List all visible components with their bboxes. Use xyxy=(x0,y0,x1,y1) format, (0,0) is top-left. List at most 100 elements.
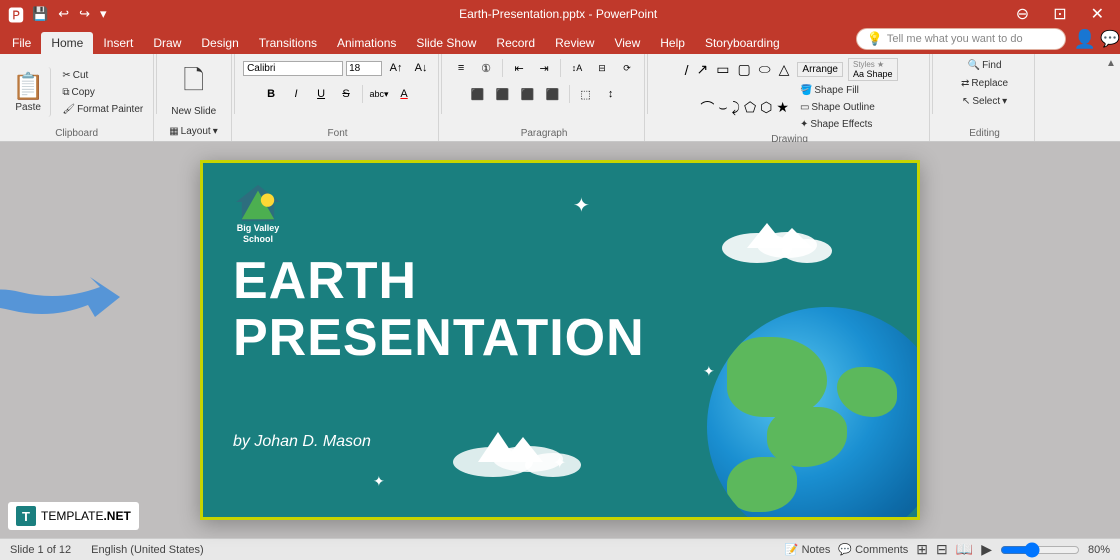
shape-oval-icon[interactable]: ⬭ xyxy=(756,60,774,79)
indent-increase-button[interactable]: ⇥ xyxy=(533,58,555,78)
close-icon[interactable]: ✕ xyxy=(1083,2,1112,26)
align-left-button[interactable]: ⬛ xyxy=(467,84,489,104)
view-slide-sorter[interactable]: ⊟ xyxy=(936,541,948,558)
find-button[interactable]: 🔍 Find xyxy=(964,58,1006,73)
text-direction-button[interactable]: ↕A xyxy=(566,58,588,78)
account-icon[interactable]: 👤 xyxy=(1074,29,1096,50)
slide-author: by Johan D. Mason xyxy=(233,433,371,451)
title-line2: PRESENTATION xyxy=(233,310,645,367)
bold-button[interactable]: B xyxy=(260,84,282,104)
ribbon-collapse-button[interactable]: ▲ xyxy=(1104,56,1120,71)
earth-globe xyxy=(707,307,920,520)
indent-decrease-button[interactable]: ⇤ xyxy=(508,58,530,78)
increase-font-button[interactable]: A↑ xyxy=(385,58,407,78)
brand-name: TEMPLATE xyxy=(41,509,103,523)
arrange-button[interactable]: Arrange xyxy=(797,62,843,77)
tab-home[interactable]: Home xyxy=(41,32,93,54)
line-spacing-button[interactable]: ↕ xyxy=(600,84,622,104)
align-text-button[interactable]: ⊟ xyxy=(591,58,613,78)
view-reading[interactable]: 📖 xyxy=(956,541,973,558)
decrease-font-button[interactable]: A↓ xyxy=(410,58,432,78)
view-presentation[interactable]: ▶ xyxy=(981,541,992,558)
slide-panel: Big Valley School ✦ ✦ ✦ ✦ xyxy=(0,142,1120,538)
logo-name2: School xyxy=(243,234,273,244)
redo-icon[interactable]: ↪ xyxy=(79,6,90,22)
minimize-icon[interactable]: ⊖ xyxy=(1008,2,1037,26)
shape-line-icon[interactable]: / xyxy=(682,61,692,79)
notes-button[interactable]: 📝 Notes xyxy=(785,543,831,556)
shadow-button[interactable]: abc▾ xyxy=(368,84,390,104)
quick-styles-button[interactable]: Styles ★ Aa Shape xyxy=(848,58,898,81)
curve-icon[interactable]: ⌣ xyxy=(718,99,727,116)
font-size-input[interactable] xyxy=(346,61,382,76)
cloud-top-right xyxy=(717,213,837,263)
shape-outline-button[interactable]: ▭ Shape Outline xyxy=(796,100,879,115)
layout-chevron: ▾ xyxy=(213,126,218,137)
align-center-button[interactable]: ⬛ xyxy=(492,84,514,104)
freeform-icon[interactable]: ⌒ xyxy=(700,98,714,118)
replace-button[interactable]: ⇄ Replace xyxy=(957,76,1012,91)
comments-button[interactable]: 💬 Comments xyxy=(838,543,908,556)
tab-help[interactable]: Help xyxy=(650,32,695,54)
bullets-button[interactable]: ≡ xyxy=(450,58,472,78)
font-name-input[interactable] xyxy=(243,61,343,76)
view-normal[interactable]: ⊞ xyxy=(916,541,928,558)
tab-design[interactable]: Design xyxy=(191,32,248,54)
clipboard-label: Clipboard xyxy=(55,126,98,139)
comment-icon[interactable]: 💬 xyxy=(1100,29,1120,49)
editing-label: Editing xyxy=(969,126,1000,139)
new-slide-button[interactable]: 🗋 New Slide xyxy=(165,58,222,121)
columns-button[interactable]: ⬚ xyxy=(575,84,597,104)
numbering-button[interactable]: ① xyxy=(475,58,497,78)
align-right-button[interactable]: ⬛ xyxy=(517,84,539,104)
copy-icon: ⧉ xyxy=(62,87,69,98)
tab-record[interactable]: Record xyxy=(486,32,545,54)
shape-row1: / ↗ ▭ ▢ ⬭ △ Arrange Styles ★ Aa Shape xyxy=(682,58,898,81)
star-icon[interactable]: ★ xyxy=(776,99,789,116)
tab-view[interactable]: View xyxy=(604,32,650,54)
select-button[interactable]: ↖ Select ▾ xyxy=(958,94,1011,109)
tab-transitions[interactable]: Transitions xyxy=(249,32,327,54)
slide[interactable]: Big Valley School ✦ ✦ ✦ ✦ xyxy=(200,160,920,520)
shape-fill-button[interactable]: 🪣 Shape Fill xyxy=(796,83,879,98)
shape-arrow-icon[interactable]: ↗ xyxy=(693,60,711,79)
land-4 xyxy=(727,457,797,512)
underline-button[interactable]: U xyxy=(310,84,332,104)
justify-button[interactable]: ⬛ xyxy=(542,84,564,104)
italic-button[interactable]: I xyxy=(285,84,307,104)
hexagon-icon[interactable]: ⬡ xyxy=(760,99,772,116)
tab-storyboarding[interactable]: Storyboarding xyxy=(695,32,790,54)
shape-triangle-icon[interactable]: △ xyxy=(776,60,793,79)
cloud-bottom-center xyxy=(443,417,583,477)
copy-button[interactable]: ⧉ Copy xyxy=(58,85,147,100)
pentagon-icon[interactable]: ⬠ xyxy=(744,99,756,116)
save-icon[interactable]: 💾 xyxy=(32,6,48,22)
tab-slideshow[interactable]: Slide Show xyxy=(406,32,486,54)
cut-button[interactable]: ✂ Cut xyxy=(58,68,147,83)
separator-3 xyxy=(441,54,442,114)
connector-icon[interactable]: ⤸ xyxy=(732,99,740,116)
format-painter-button[interactable]: 🖌 Format Painter xyxy=(58,102,147,117)
font-color-button[interactable]: A xyxy=(393,84,415,104)
tab-review[interactable]: Review xyxy=(545,32,604,54)
shape-effects-button[interactable]: ✦ Shape Effects xyxy=(796,117,879,132)
format-painter-icon: 🖌 xyxy=(62,104,75,115)
strikethrough-button[interactable]: S xyxy=(335,84,357,104)
shape-rect-icon[interactable]: ▭ xyxy=(713,60,732,79)
status-right: 📝 Notes 💬 Comments ⊞ ⊟ 📖 ▶ 80% xyxy=(785,541,1110,558)
layout-button[interactable]: ▦ Layout ▾ xyxy=(165,124,222,139)
tab-insert[interactable]: Insert xyxy=(93,32,143,54)
zoom-level[interactable]: 80% xyxy=(1088,544,1110,556)
paste-button[interactable]: 📋 Paste xyxy=(6,67,51,117)
tab-draw[interactable]: Draw xyxy=(143,32,191,54)
customize-icon[interactable]: ▾ xyxy=(100,6,107,22)
tell-me-bar[interactable]: 💡 Tell me what you want to do xyxy=(856,28,1066,50)
maximize-icon[interactable]: ⊡ xyxy=(1045,2,1074,26)
zoom-slider[interactable] xyxy=(1000,542,1080,558)
shape-outline-icon: ▭ xyxy=(800,102,809,113)
tab-file[interactable]: File xyxy=(2,32,41,54)
tab-animations[interactable]: Animations xyxy=(327,32,406,54)
shape-rounded-rect-icon[interactable]: ▢ xyxy=(734,60,753,79)
convert-smartart-button[interactable]: ⟳ xyxy=(616,58,638,78)
undo-icon[interactable]: ↩ xyxy=(58,6,69,22)
